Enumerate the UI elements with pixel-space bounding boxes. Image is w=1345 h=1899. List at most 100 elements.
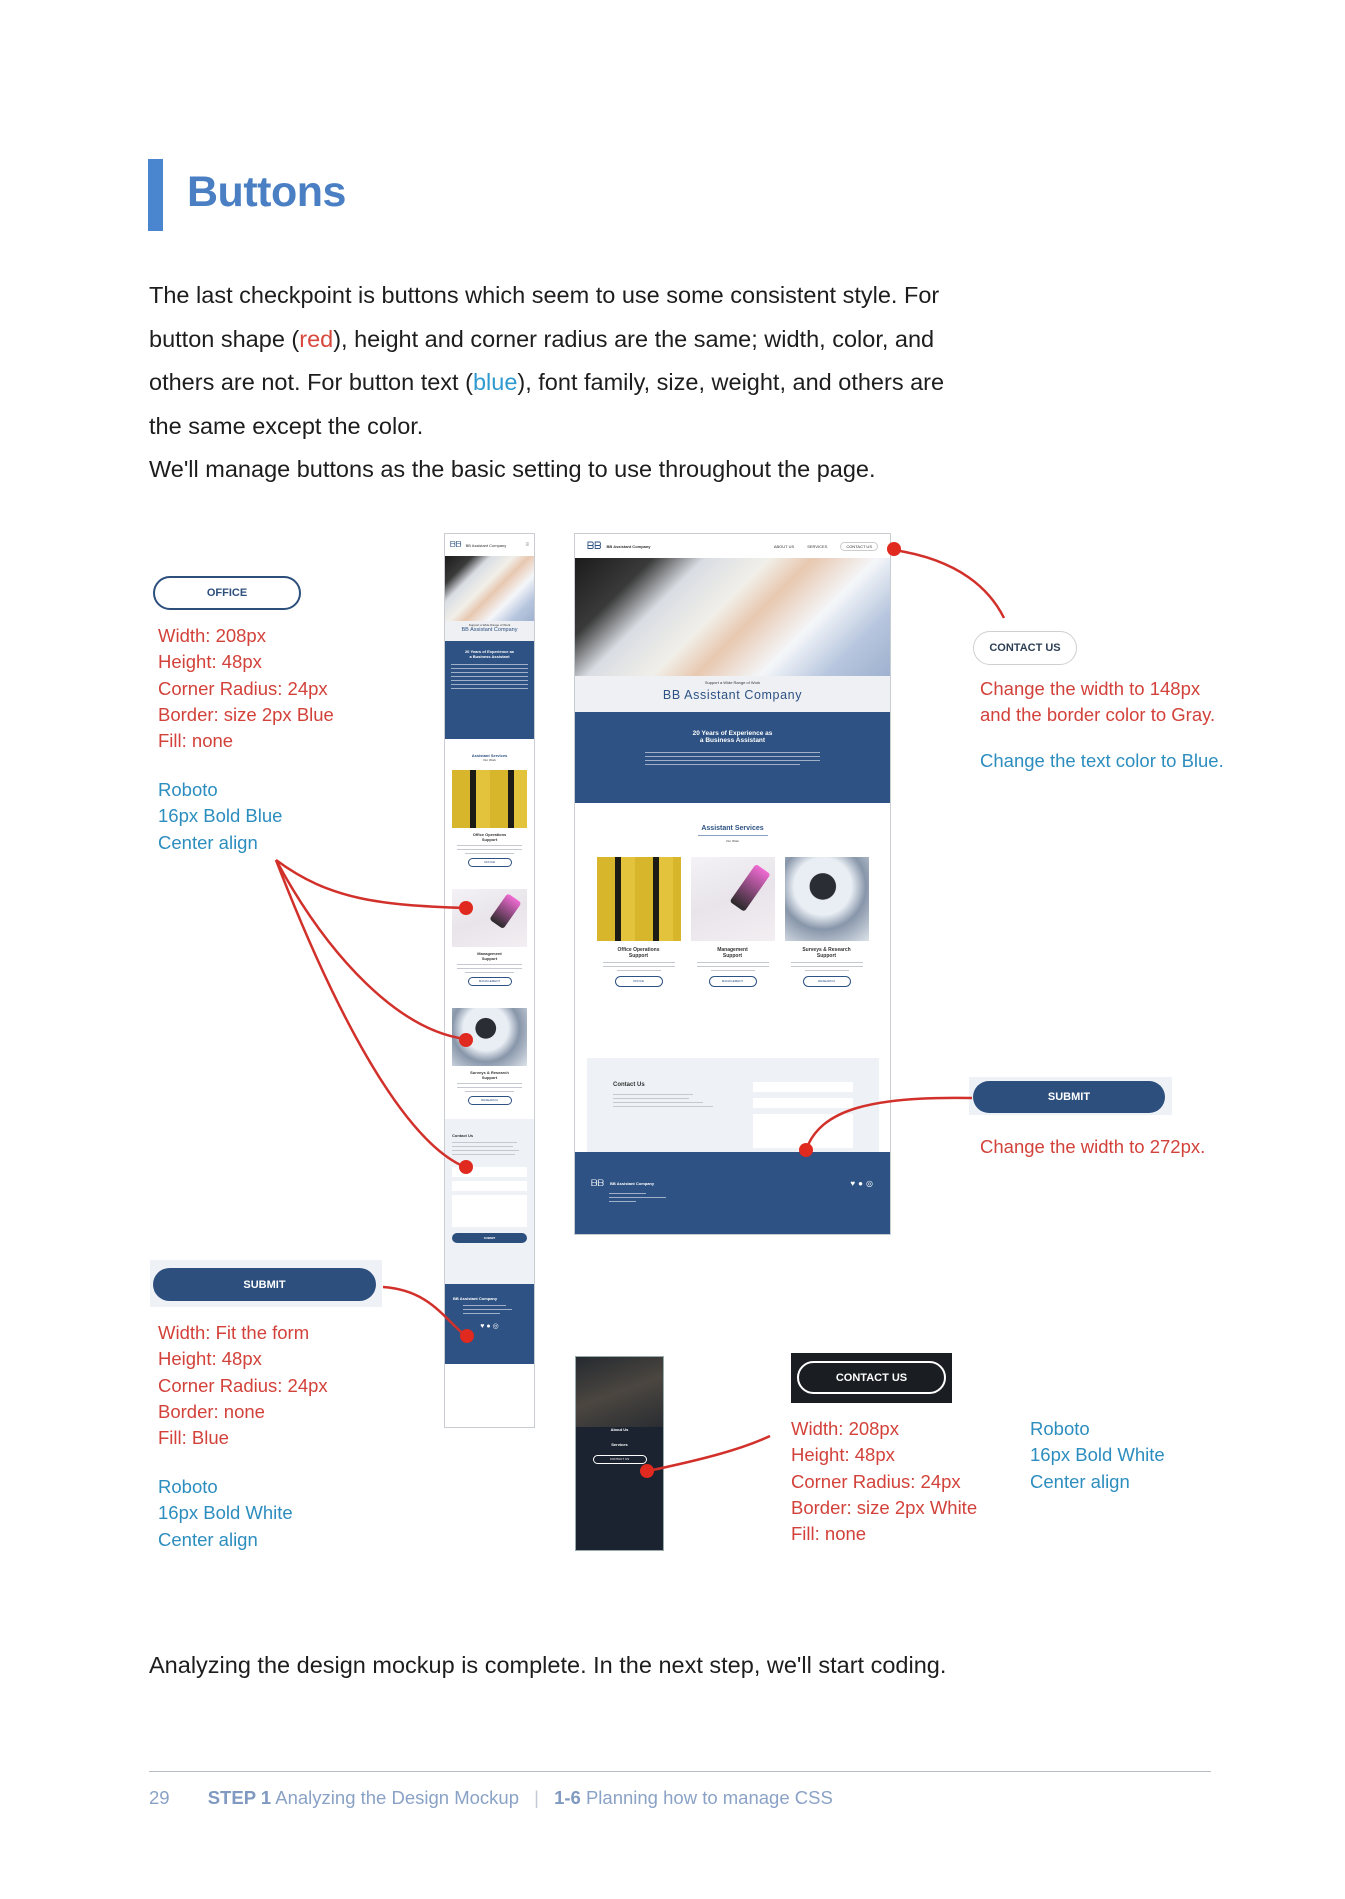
twitter-icon[interactable]: ♥: [480, 1323, 484, 1330]
mobile-management-button[interactable]: MANAGEMENT: [467, 977, 512, 986]
mobile-submit-button[interactable]: SUBMIT: [452, 1233, 527, 1243]
submit-desktop-panel: SUBMIT: [969, 1077, 1172, 1115]
blue-keyword: blue: [472, 369, 518, 395]
services-sub: Our Work: [483, 758, 496, 762]
spec-line: Fill: none: [158, 730, 234, 752]
intro-line: The last checkpoint is buttons which see…: [149, 282, 940, 308]
page-title: Buttons: [187, 168, 346, 216]
menu-services[interactable]: Services: [576, 1442, 663, 1447]
footer-separator: |: [534, 1787, 539, 1808]
footer-company: BB Assistant Company: [453, 1296, 498, 1301]
intro-text: button shape (: [149, 325, 300, 352]
step-title: Analyzing the Design Mockup: [275, 1787, 519, 1808]
nav-about[interactable]: ABOUT US: [774, 544, 794, 549]
services-sub: Our Work: [726, 839, 739, 843]
section-number: 1-6: [554, 1787, 581, 1808]
spec-line: and the border color to Gray.: [980, 704, 1216, 726]
contact-title: Contact Us: [452, 1133, 474, 1138]
sample-submit-button[interactable]: SUBMIT: [153, 1268, 376, 1301]
facebook-icon[interactable]: ●: [858, 1179, 866, 1188]
mobile-contact-section: Contact Us SUBMIT: [445, 1119, 534, 1284]
spec-line: Center align: [158, 1528, 258, 1550]
footer-company: BB Assistant Company: [610, 1181, 655, 1186]
intro-line: others are not. For button text (blue), …: [149, 361, 1049, 405]
desktop-social-icons: ♥●◎: [850, 1179, 876, 1188]
service-image-research: [452, 1008, 527, 1066]
spec-line: Fill: Blue: [158, 1427, 229, 1449]
logo-icon: ᗷᗷ: [591, 1178, 604, 1188]
sample-submit-desktop-button[interactable]: SUBMIT: [973, 1081, 1165, 1113]
contact-form: SUBMIT: [753, 1082, 853, 1163]
spec-line: Center align: [1030, 1470, 1130, 1492]
name-field[interactable]: [452, 1167, 527, 1177]
contact-title: Contact Us: [613, 1082, 645, 1088]
message-field[interactable]: [753, 1114, 853, 1148]
intro-line: We'll manage buttons as the basic settin…: [149, 456, 876, 482]
spec-line: Border: size 2px Blue: [158, 703, 334, 725]
email-field[interactable]: [753, 1098, 853, 1108]
spec-line: 16px Bold Blue: [158, 805, 283, 827]
spec-line: Width: 208px: [791, 1418, 899, 1439]
intro-text: ), font family, size, weight, and others…: [517, 369, 945, 395]
nav-contact-button[interactable]: CONTACT US: [840, 541, 878, 551]
spec-line: Height: 48px: [791, 1444, 895, 1466]
mobile-menu-mockup: About Us Services CONTACT US: [575, 1356, 664, 1551]
office-text-specs: Roboto 16px Bold Blue Center align: [158, 777, 282, 856]
spec-line: Height: 48px: [158, 1348, 262, 1370]
sample-contact-nav-button[interactable]: CONTACT US: [973, 631, 1077, 665]
hero-company: BB Assistant Company: [662, 688, 803, 702]
sample-office-button[interactable]: OFFICE: [153, 576, 301, 610]
page-footer: 29 STEP 1 Analyzing the Design Mockup | …: [149, 1787, 833, 1809]
desktop-company-name: BB Assistant Company: [606, 543, 651, 549]
hero-tagline: Support a Wide Range of Work: [704, 680, 761, 685]
desktop-management-button[interactable]: MANAGEMENT: [708, 976, 757, 987]
menu-bg-image: [576, 1357, 663, 1427]
desktop-research-button[interactable]: RESEARCH: [802, 976, 851, 987]
red-keyword: red: [299, 325, 334, 352]
menu-items: About Us Services CONTACT US: [576, 1427, 663, 1464]
facebook-icon[interactable]: ●: [486, 1323, 490, 1330]
connector-management: [274, 859, 466, 1041]
service-title: Support: [481, 1075, 498, 1080]
sample-contact-menu-button[interactable]: CONTACT US: [797, 1361, 946, 1394]
desktop-mockup: ᗷᗷ BB Assistant Company ABOUT US SERVICE…: [574, 533, 891, 1235]
mobile-mockup: ᗷᗷ BB Assistant Company ≡ Support a Wide…: [444, 533, 535, 1428]
twitter-icon[interactable]: ♥: [850, 1179, 858, 1188]
service-title: Support: [481, 956, 498, 961]
desktop-office-button[interactable]: OFFICE: [614, 976, 663, 987]
connector-research: [274, 859, 466, 1169]
experience-title: a Business Assistant: [699, 737, 766, 744]
nav-services[interactable]: SERVICES: [807, 544, 827, 549]
email-field[interactable]: [452, 1181, 527, 1191]
spec-line: Roboto: [1030, 1418, 1090, 1439]
mobile-social-icons: ♥ ● ◎: [453, 1322, 526, 1330]
service-image-management: [452, 889, 527, 947]
menu-contact-button[interactable]: CONTACT US: [592, 1455, 647, 1464]
instagram-icon[interactable]: ◎: [493, 1323, 499, 1330]
spec-line: Center align: [158, 831, 258, 853]
mobile-office-button[interactable]: OFFICE: [467, 858, 512, 867]
submit-sample-panel: SUBMIT: [150, 1260, 382, 1307]
step-label: STEP 1: [207, 1787, 272, 1808]
hamburger-icon[interactable]: ≡: [525, 542, 529, 548]
contact-nav-shape-note: Change the width to 148px and the border…: [980, 676, 1215, 729]
intro-text: ), height and corner radius are the same…: [333, 325, 935, 352]
contact-menu-text-specs: Roboto 16px Bold White Center align: [1030, 1416, 1165, 1495]
mobile-experience-section: 20 Years of Experience as a Business Ass…: [445, 641, 534, 739]
service-image-research: [784, 857, 869, 941]
connector-contact-nav: [893, 548, 1006, 619]
name-field[interactable]: [753, 1082, 853, 1092]
spec-line: Border: size 2px White: [791, 1496, 978, 1518]
service-title: Support: [722, 953, 743, 959]
logo-icon: ᗷᗷ: [587, 540, 602, 552]
section-title: Planning how to manage CSS: [585, 1787, 833, 1808]
contact-menu-sample-panel: CONTACT US: [791, 1353, 952, 1403]
experience-title: 20 Years of Experience as: [692, 730, 773, 737]
message-field[interactable]: [452, 1195, 527, 1227]
mobile-hero-image: [445, 556, 534, 621]
menu-about[interactable]: About Us: [576, 1427, 663, 1432]
mobile-research-button[interactable]: RESEARCH: [467, 1096, 512, 1105]
footer-divider: [149, 1771, 1211, 1772]
instagram-icon[interactable]: ◎: [866, 1179, 876, 1188]
closing-text: Analyzing the design mockup is complete.…: [149, 1652, 947, 1678]
